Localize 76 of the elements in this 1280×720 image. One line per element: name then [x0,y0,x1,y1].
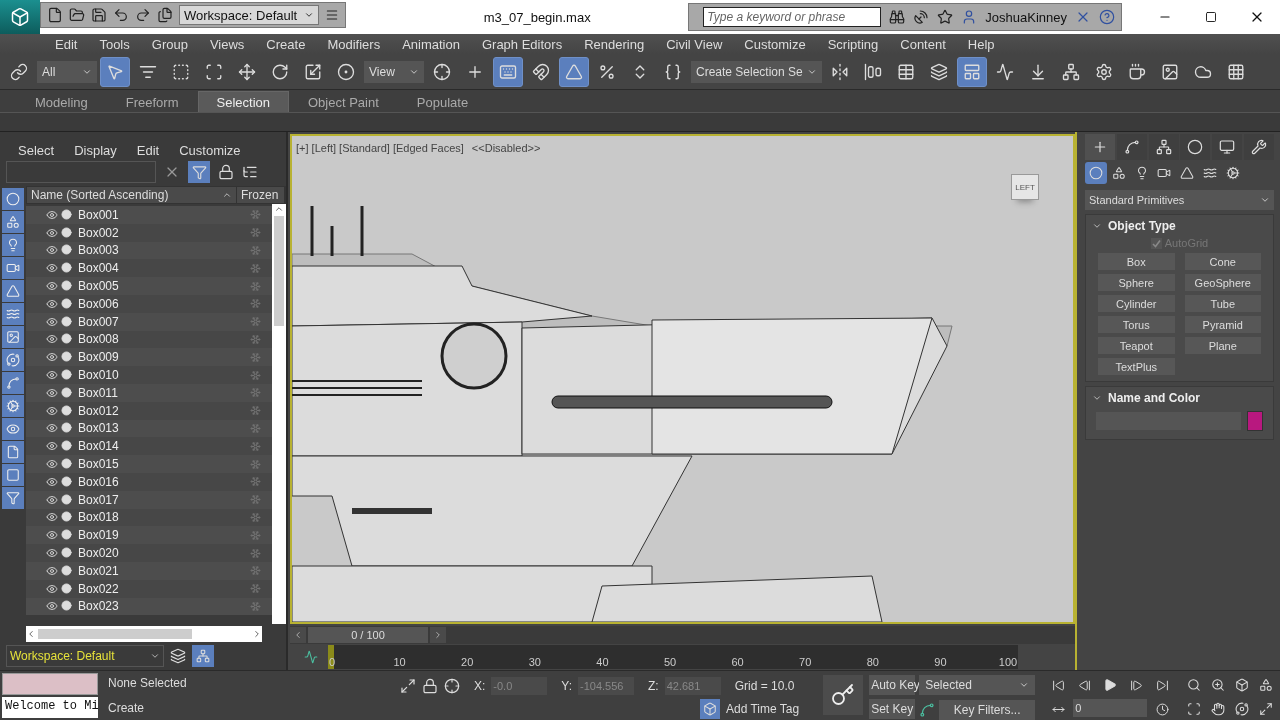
tick-label: 20 [461,656,474,668]
rollout-title[interactable]: Object Type [1108,219,1176,233]
tick-label: 10 [393,656,406,668]
grid-size: Grid = 10.0 [734,678,795,693]
toolbar-dropdown[interactable]: Create Selection Se [691,60,822,83]
set-key-button[interactable]: Set Key [869,699,916,719]
primitive-button[interactable]: Cone [1184,253,1261,270]
tick-label: 90 [934,656,947,668]
tick-label: 100 [998,656,1018,668]
toolbar-dropdown[interactable]: All [37,60,97,83]
key-filters-button[interactable]: Key Filters... [939,699,1036,720]
primitive-button[interactable]: Sphere [1098,274,1175,291]
y-label: Y: [561,678,573,693]
primitive-button[interactable]: Tube [1184,295,1261,312]
ribbon-tab[interactable]: Selection [197,91,289,112]
frozen-column-header[interactable]: Frozen [237,187,285,203]
x-label: X: [474,678,486,693]
tick-label: 70 [799,656,812,668]
primitive-button[interactable]: Cylinder [1098,295,1175,312]
tick-label: 80 [866,656,879,668]
menu-item[interactable]: Modifiers [316,36,392,52]
menu-item[interactable]: Help [956,36,1006,52]
viewport[interactable]: [+] [Left] [Standard] [Edged Faces] <<Disabled>> LEFT [290,134,1075,624]
viewport-status: <<Disabled>> [471,142,541,154]
ribbon-tab[interactable]: Modeling [16,91,107,112]
tick-label: 30 [528,656,541,668]
add-time-tag-button[interactable]: Add Time Tag [700,699,804,720]
user-name[interactable]: JoshuaKinney [985,9,1067,25]
maxscript-output: Welcome to Mi [2,697,98,718]
name-column-header[interactable]: Name (Sorted Ascending) [27,187,237,203]
workspace-field[interactable]: Workspace: Default [6,645,164,667]
explorer-menu-item[interactable]: Customize [169,143,251,158]
menu-item[interactable]: Views [198,36,256,52]
ribbon-tab[interactable]: Freeform [106,91,198,112]
primitive-button[interactable]: TextPlus [1098,358,1175,375]
primitive-button[interactable]: Teapot [1098,337,1175,354]
primitive-button[interactable]: Pyramid [1184,316,1261,333]
menu-item[interactable]: Scripting [816,36,890,52]
menu-item[interactable]: Customize [733,36,817,52]
tick-label: 50 [663,656,677,668]
frame-field[interactable]: 0 [1073,699,1148,717]
primitive-button[interactable]: Torus [1098,316,1175,333]
key-mode-dropdown[interactable]: Selected [919,675,1036,695]
tick-label: 60 [731,656,744,668]
viewcube[interactable]: LEFT [1011,174,1039,200]
workspace-dropdown[interactable]: Workspace: Default [179,5,319,25]
primitive-button[interactable]: GeoSphere [1184,274,1261,291]
time-slider-thumb[interactable]: 0 / 100 [308,627,428,643]
menu-item[interactable]: Civil View [655,36,734,52]
menu-item[interactable]: Group [140,36,199,52]
toolbar-dropdown[interactable]: View [364,60,424,83]
primitive-button[interactable]: Box [1098,253,1175,270]
tick-label: 0 [328,656,336,668]
explorer-menu-item[interactable]: Select [8,143,65,158]
window-title: m3_07_begin.max [482,9,592,25]
search-field[interactable]: Type a keyword or phrase [703,7,882,27]
menu-item[interactable]: Tools [88,36,141,52]
selection-status: None Selected [108,676,188,691]
ribbon-tab[interactable]: Populate [397,91,488,112]
menu-item[interactable]: Graph Editors [470,36,574,52]
primitive-button[interactable]: Plane [1184,337,1261,354]
menu-item[interactable]: Content [889,36,957,52]
viewport-label[interactable]: [+] [Left] [Standard] [Edged Faces] [296,142,464,154]
timeline-track[interactable]: 0 10 20 30 40 50 60 70 80 90 100 [328,645,1018,669]
tick-label: 40 [596,656,609,668]
ribbon-tab[interactable]: Object Paint [289,91,398,112]
menu-item[interactable]: Rendering [573,36,656,52]
explorer-menu-item[interactable]: Display [64,143,127,158]
rollout-title[interactable]: Name and Color [1108,391,1200,405]
z-label: Z: [648,678,659,693]
menu-item[interactable]: Create [255,36,317,52]
prompt-text: Create [108,700,146,715]
menu-item[interactable]: Animation [391,36,471,52]
explorer-menu-item[interactable]: Edit [126,143,170,158]
menu-item[interactable]: Edit [44,36,89,52]
primitives-dropdown[interactable]: Standard Primitives [1085,190,1274,210]
